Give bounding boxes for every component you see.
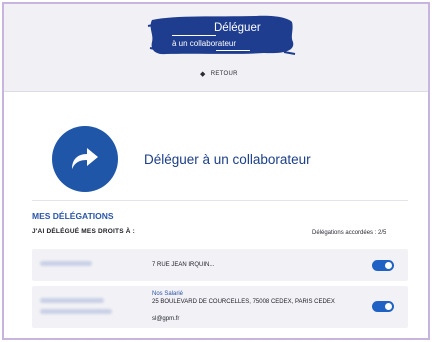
brush-stroke-shape [147, 15, 296, 55]
delegation-toggle[interactable] [372, 260, 394, 271]
header: Déléguer à un collaborateur ◆ RETOUR [4, 4, 428, 92]
page-title: Déléguer [214, 22, 261, 34]
page-title-banner: Déléguer à un collaborateur [146, 12, 296, 58]
redacted-name [40, 261, 92, 266]
redacted-name [40, 298, 104, 303]
title-rule-left [172, 35, 216, 36]
app-frame: Déléguer à un collaborateur ◆ RETOUR Dél… [2, 2, 430, 340]
divider [32, 200, 408, 201]
delegation-address: 7 RUE JEAN IRQUIN... [152, 262, 215, 268]
back-button[interactable]: ◆ RETOUR [200, 70, 238, 78]
hero-title: Déléguer à un collaborateur [144, 152, 311, 167]
delegate-icon-circle [52, 126, 118, 192]
delegation-email: sl@gpm.fr [152, 316, 180, 322]
section-title: MES DÉLÉGATIONS [32, 211, 114, 221]
redacted-detail [40, 309, 112, 314]
toggle-knob [385, 262, 392, 269]
delegation-card[interactable]: Nos Salarié 25 BOULEVARD DE COURCELLES, … [32, 286, 408, 328]
title-rule-right [216, 50, 250, 51]
delegation-toggle[interactable] [372, 301, 394, 312]
page-subtitle: à un collaborateur [172, 39, 237, 48]
toggle-knob [385, 303, 392, 310]
back-arrow-icon: ◆ [200, 71, 206, 78]
forward-arrow-icon [72, 148, 98, 169]
delegation-address: 25 BOULEVARD DE COURCELLES, 75008 CEDEX,… [152, 299, 335, 305]
delegation-card[interactable]: 7 RUE JEAN IRQUIN... [32, 249, 408, 281]
back-label: RETOUR [210, 71, 238, 77]
delegations-count: Délégations accordées : 2/5 [312, 230, 387, 236]
delegations-subtitle: J'AI DÉLÉGUÉ MES DROITS À : [32, 228, 136, 235]
delegation-company: Nos Salarié [152, 291, 184, 297]
